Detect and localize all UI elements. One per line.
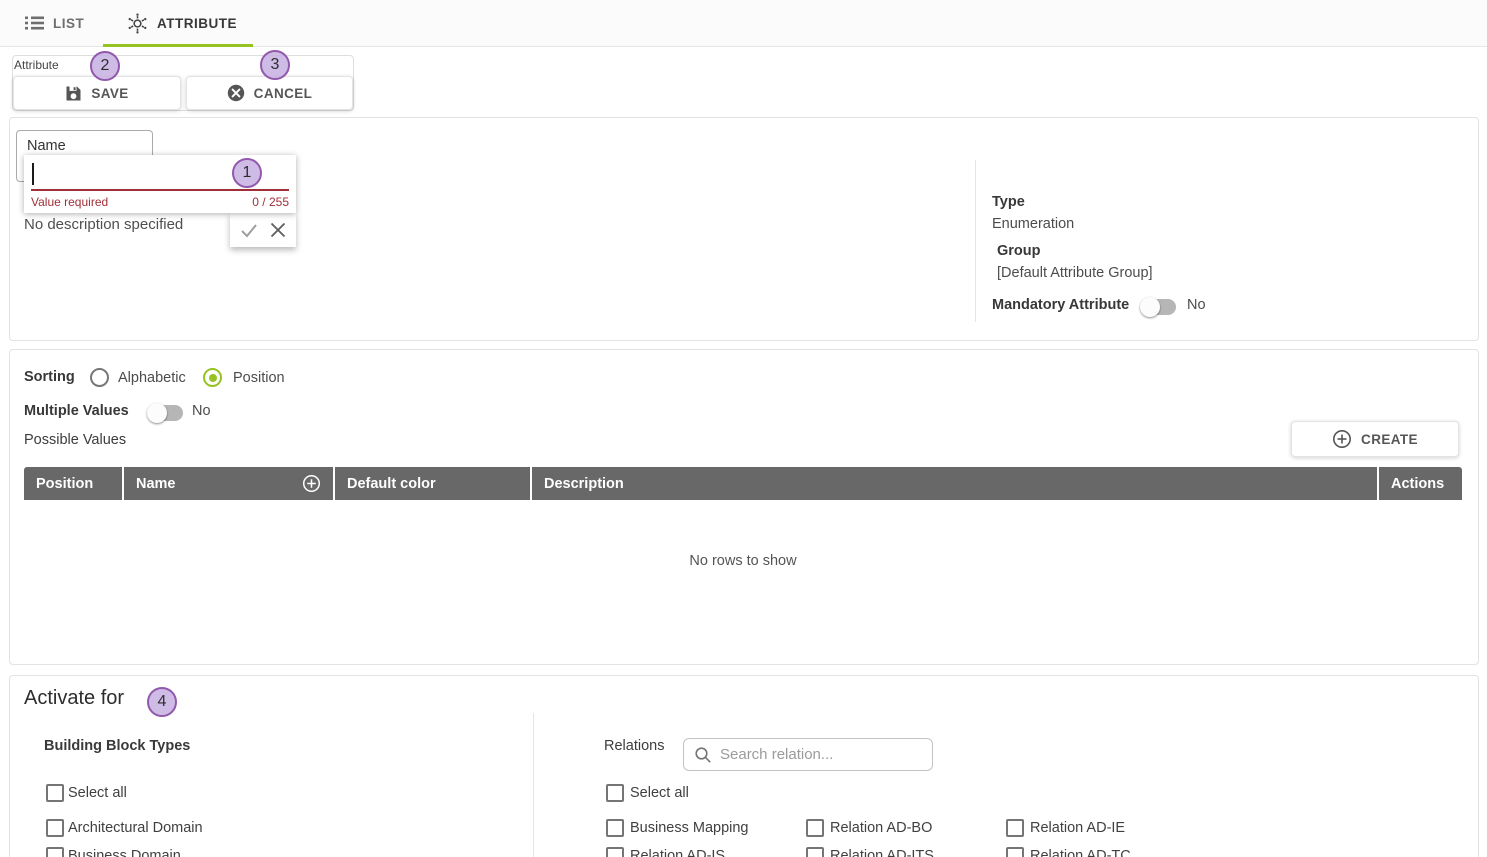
search-icon (694, 746, 712, 764)
relation-ad-is-checkbox[interactable] (606, 847, 624, 857)
relation-ad-its-label[interactable]: Relation AD-ITS (830, 848, 934, 857)
confirm-icon[interactable] (239, 220, 259, 240)
type-label: Type (992, 194, 1025, 210)
toggle-knob (1140, 297, 1160, 317)
table-empty-message: No rows to show (24, 553, 1462, 569)
name-field-label: Name (27, 138, 66, 154)
detail-divider (975, 160, 976, 322)
relation-ad-tc-label[interactable]: Relation AD-TC (1030, 848, 1131, 857)
relation-ad-bo-label[interactable]: Relation AD-BO (830, 820, 932, 836)
radio-alphabetic-label[interactable]: Alphabetic (118, 370, 186, 386)
tab-list-label: LIST (53, 16, 84, 31)
relations-select-all-label[interactable]: Select all (630, 785, 689, 801)
mandatory-value: No (1187, 297, 1206, 313)
relation-ad-tc-checkbox[interactable] (1006, 847, 1024, 857)
create-button[interactable]: CREATE (1291, 421, 1459, 457)
mandatory-toggle[interactable] (1143, 299, 1176, 315)
callout-badge-2: 2 (90, 51, 120, 81)
callout-badge-4: 4 (147, 687, 177, 717)
active-tab-indicator (103, 44, 253, 47)
create-button-label: CREATE (1361, 432, 1418, 447)
activate-for-title: Activate for (24, 687, 124, 710)
name-input[interactable] (32, 161, 232, 185)
group-value: [Default Attribute Group] (997, 265, 1153, 281)
cancel-button-label: CANCEL (254, 86, 313, 101)
bbt-architectural-domain-label[interactable]: Architectural Domain (68, 820, 203, 836)
multiple-values-toggle[interactable] (150, 405, 183, 421)
col-default-color[interactable]: Default color (335, 467, 530, 500)
validation-error: Value required (31, 195, 108, 209)
save-icon (65, 85, 82, 102)
relation-ad-bo-checkbox[interactable] (806, 819, 824, 837)
cancel-icon (227, 84, 245, 102)
add-column-icon[interactable] (302, 474, 321, 493)
possible-values-card (9, 349, 1479, 665)
relations-select-all-checkbox[interactable] (606, 784, 624, 802)
description-placeholder[interactable]: No description specified (24, 216, 183, 233)
callout-badge-3: 3 (260, 50, 290, 80)
group-label: Group (997, 243, 1041, 259)
list-icon (25, 16, 44, 30)
tab-attribute[interactable]: ATTRIBUTE (127, 0, 237, 46)
save-button[interactable]: SAVE (13, 76, 181, 110)
col-name[interactable]: Name (124, 467, 333, 500)
radio-position[interactable] (203, 368, 222, 387)
add-circle-icon (1332, 429, 1352, 449)
radio-position-label[interactable]: Position (233, 370, 285, 386)
close-icon[interactable] (269, 221, 287, 239)
multiple-values-label: Multiple Values (24, 403, 129, 419)
type-value: Enumeration (992, 216, 1074, 232)
col-position[interactable]: Position (24, 467, 122, 500)
bbt-architectural-domain-checkbox[interactable] (46, 819, 64, 837)
relation-business-mapping-checkbox[interactable] (606, 819, 624, 837)
bbt-select-all-label[interactable]: Select all (68, 785, 127, 801)
relation-ad-ie-label[interactable]: Relation AD-IE (1030, 820, 1125, 836)
bbt-business-domain-label[interactable]: Business Domain (68, 848, 181, 857)
relation-business-mapping-label[interactable]: Business Mapping (630, 820, 749, 836)
attribute-editor-screen: LIST ATTRIBUTE Attribute SAV (0, 0, 1487, 857)
hub-icon (127, 13, 148, 34)
save-button-label: SAVE (91, 86, 128, 101)
sorting-label: Sorting (24, 369, 75, 385)
char-counter: 0 / 255 (252, 195, 289, 209)
tab-attribute-label: ATTRIBUTE (157, 16, 237, 31)
text-caret (32, 163, 34, 185)
tab-bar: LIST ATTRIBUTE (0, 0, 1487, 47)
attribute-group-label: Attribute (14, 58, 59, 72)
relation-ad-its-checkbox[interactable] (806, 847, 824, 857)
relations-label: Relations (604, 738, 664, 754)
name-edit-actions (230, 213, 296, 247)
possible-values-label: Possible Values (24, 432, 126, 448)
values-table-header: Position Name Default color Description … (24, 467, 1462, 500)
cancel-button[interactable]: CANCEL (186, 76, 353, 110)
relation-ad-is-label[interactable]: Relation AD-IS (630, 848, 725, 857)
multiple-values-value: No (192, 403, 211, 419)
relation-search (683, 738, 933, 771)
col-description[interactable]: Description (532, 467, 1377, 500)
relation-ad-ie-checkbox[interactable] (1006, 819, 1024, 837)
mandatory-label: Mandatory Attribute (992, 297, 1129, 313)
activate-divider (533, 713, 534, 857)
toggle-knob (147, 403, 167, 423)
col-actions[interactable]: Actions (1379, 467, 1462, 500)
bbt-select-all-checkbox[interactable] (46, 784, 64, 802)
radio-alphabetic[interactable] (90, 368, 109, 387)
col-name-label: Name (136, 476, 176, 492)
relation-search-input[interactable] (720, 740, 925, 769)
error-underline (31, 189, 289, 191)
bbt-business-domain-checkbox[interactable] (46, 847, 64, 857)
tab-list[interactable]: LIST (25, 0, 84, 46)
building-block-types-label: Building Block Types (44, 738, 190, 754)
callout-badge-1: 1 (232, 158, 262, 188)
